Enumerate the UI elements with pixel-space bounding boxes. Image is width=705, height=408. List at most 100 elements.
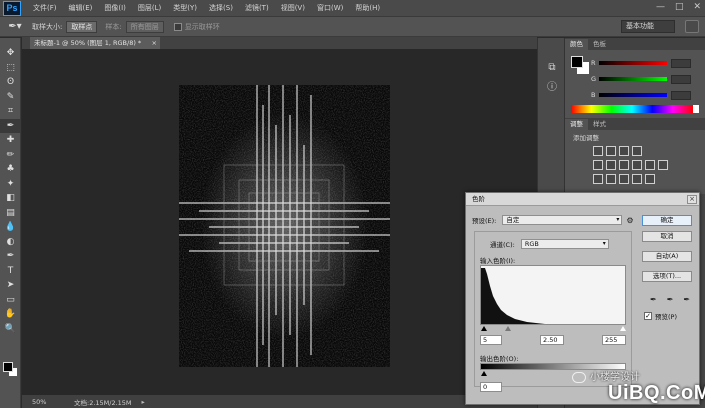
white-eyedropper-icon[interactable]: ✒ [683, 295, 690, 304]
menu-type[interactable]: 类型(Y) [167, 3, 203, 13]
quick-select-icon[interactable]: ✎ [0, 90, 21, 105]
green-value-field[interactable] [671, 74, 691, 84]
threshold-icon[interactable] [619, 174, 629, 184]
eyedropper-tool-preset-icon[interactable]: ✒▾ [6, 20, 24, 34]
path-select-icon[interactable]: ➤ [0, 278, 21, 293]
gear-icon[interactable]: ⚙ [626, 216, 633, 225]
preset-select[interactable]: 自定 ▾ [502, 215, 623, 225]
stamp-icon[interactable]: ♣ [0, 162, 21, 177]
shape-icon[interactable]: ▭ [0, 293, 21, 308]
maximize-button[interactable]: □ [675, 2, 684, 12]
show-sampling-ring-label: 显示取样环 [184, 22, 220, 31]
tab-styles[interactable]: 样式 [588, 119, 611, 130]
close-window-button[interactable]: ✕ [693, 2, 701, 12]
tab-color[interactable]: 颜色 [565, 39, 588, 50]
levels-icon[interactable] [606, 146, 616, 156]
zoom-icon[interactable]: 🔍 [0, 322, 21, 337]
channel-mixer-icon[interactable] [658, 160, 668, 170]
menu-view[interactable]: 视图(V) [275, 3, 311, 13]
sample-select[interactable]: 所有图层 [125, 20, 164, 33]
hue-saturation-icon[interactable] [606, 160, 616, 170]
document-tab[interactable]: 未标题-1 @ 50% (图层 1, RGB/8) * × [30, 37, 160, 49]
menu-layer[interactable]: 图层(L) [132, 3, 167, 13]
curves-icon[interactable] [619, 146, 629, 156]
color-panel-foreground-swatch[interactable] [571, 56, 583, 68]
eraser-icon[interactable]: ◧ [0, 191, 21, 206]
menu-window[interactable]: 窗口(W) [311, 3, 349, 13]
close-tab-icon[interactable]: × [152, 37, 157, 49]
menu-file[interactable]: 文件(F) [27, 3, 63, 13]
input-white-point-handle[interactable] [620, 326, 626, 331]
menu-filter[interactable]: 滤镜(T) [239, 3, 275, 13]
workspace-icon[interactable] [685, 20, 699, 33]
color-spectrum-bar[interactable] [571, 105, 693, 113]
hand-icon[interactable]: ✋ [0, 307, 21, 322]
color-balance-icon[interactable] [619, 160, 629, 170]
output-black-value[interactable]: 0 [480, 382, 502, 392]
move-icon[interactable]: ✥ [0, 46, 21, 61]
canvas-area[interactable] [22, 49, 537, 395]
cancel-button[interactable]: 取消 [642, 231, 692, 242]
red-slider[interactable] [599, 61, 667, 65]
black-eyedropper-icon[interactable]: ✒ [650, 295, 657, 304]
adjustments-panel: 添加调整 [565, 130, 705, 194]
marquee-icon[interactable]: ⬚ [0, 61, 21, 76]
black-white-icon[interactable] [632, 160, 642, 170]
posterize-icon[interactable] [606, 174, 616, 184]
lasso-icon[interactable]: ʘ [0, 75, 21, 90]
crop-icon[interactable]: ⌗ [0, 104, 21, 119]
eyedropper-icon[interactable]: ✒ [0, 118, 21, 133]
preview-checkbox[interactable]: ✓ [644, 312, 652, 320]
input-midtone-handle[interactable] [505, 326, 511, 331]
workspace-select[interactable]: 基本功能 [621, 20, 675, 33]
green-slider[interactable] [599, 77, 667, 81]
preview-option[interactable]: ✓ 预览(P) [644, 311, 677, 321]
blue-slider[interactable] [599, 93, 667, 97]
exposure-icon[interactable] [632, 146, 642, 156]
selective-color-icon[interactable] [645, 174, 655, 184]
brightness-icon[interactable] [593, 146, 603, 156]
status-menu-arrow-icon[interactable]: ▸ [142, 398, 145, 406]
vibrance-icon[interactable] [593, 160, 603, 170]
spectrum-white-swatch[interactable] [693, 105, 699, 113]
history-panel-icon[interactable]: ⧉ [538, 58, 566, 78]
pen-icon[interactable]: ✒ [0, 249, 21, 264]
minimize-button[interactable]: — [656, 2, 665, 12]
brush-icon[interactable]: ✏ [0, 148, 21, 163]
info-panel-icon[interactable]: ⓘ [538, 78, 566, 98]
history-brush-icon[interactable]: ✦ [0, 177, 21, 192]
dodge-icon[interactable]: ◐ [0, 235, 21, 250]
red-value-field[interactable] [671, 58, 691, 68]
output-black-handle[interactable] [481, 371, 487, 376]
input-levels-slider[interactable] [480, 326, 626, 331]
tab-adjustments[interactable]: 调整 [565, 119, 588, 130]
photo-filter-icon[interactable] [645, 160, 655, 170]
invert-icon[interactable] [593, 174, 603, 184]
menu-edit[interactable]: 编辑(E) [63, 3, 99, 13]
sample-size-select[interactable]: 取样点 [66, 20, 98, 33]
menu-select[interactable]: 选择(S) [203, 3, 239, 13]
blur-icon[interactable]: 💧 [0, 220, 21, 235]
show-sampling-ring-checkbox[interactable] [173, 22, 182, 31]
gray-eyedropper-icon[interactable]: ✒ [667, 295, 674, 304]
menu-image[interactable]: 图像(I) [98, 3, 132, 13]
ok-button[interactable]: 确定 [642, 215, 692, 226]
foreground-color-swatch[interactable] [3, 362, 13, 372]
tab-swatches[interactable]: 色板 [588, 39, 611, 50]
gradient-map-icon[interactable] [632, 174, 642, 184]
auto-button[interactable]: 自动(A) [642, 251, 692, 262]
gradient-icon[interactable]: ▤ [0, 206, 21, 221]
menu-help[interactable]: 帮助(H) [349, 3, 386, 13]
document-canvas[interactable] [179, 85, 390, 367]
dialog-close-icon[interactable]: × [687, 195, 697, 204]
input-black-point-handle[interactable] [481, 326, 487, 331]
zoom-level[interactable]: 50% [32, 398, 62, 406]
channel-select[interactable]: RGB ▾ [520, 239, 609, 249]
type-icon[interactable]: T [0, 264, 21, 279]
blue-value-field[interactable] [671, 90, 691, 100]
input-white-value[interactable]: 255 [602, 335, 626, 345]
input-gamma-value[interactable]: 2.50 [540, 335, 564, 345]
input-black-value[interactable]: 5 [480, 335, 502, 345]
options-button[interactable]: 选项(T)... [642, 271, 692, 282]
healing-icon[interactable]: ✚ [0, 133, 21, 148]
